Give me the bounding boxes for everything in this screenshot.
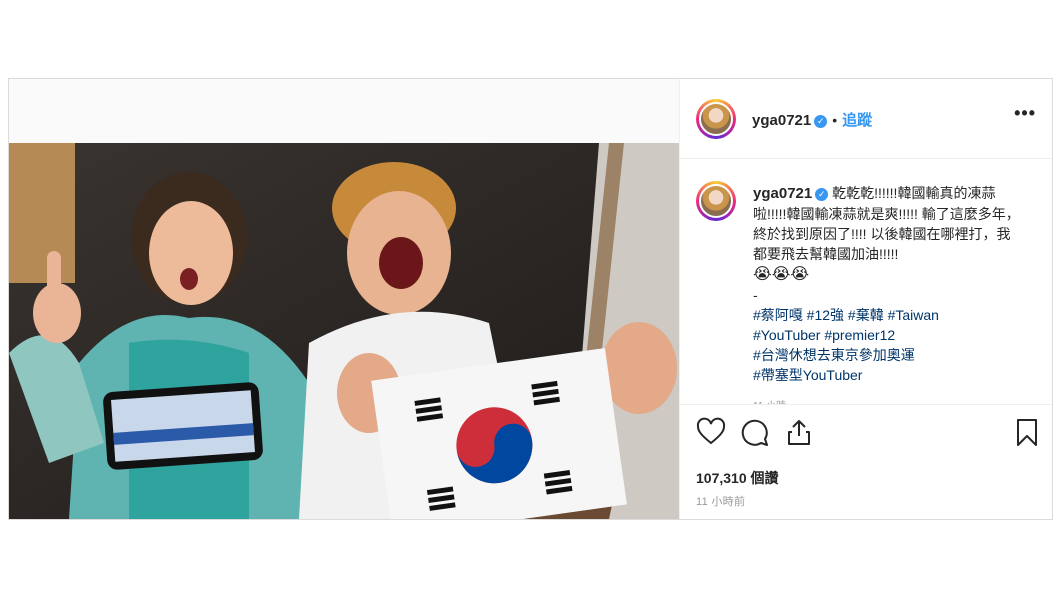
comment-icon[interactable] bbox=[740, 417, 770, 447]
more-options-icon[interactable]: ••• bbox=[1014, 103, 1036, 124]
follow-button[interactable]: 追蹤 bbox=[842, 112, 872, 129]
instagram-post: yga0721 ✓ • 追蹤 ••• yga0721 ✓ 乾乾乾!!!!!!韓國輸真的凍… bbox=[8, 78, 1053, 520]
avatar-image bbox=[699, 102, 733, 136]
hashtag-line[interactable]: #YouTuber #premier12 bbox=[753, 327, 895, 343]
crying-emoji-icon: 😭😭😭 bbox=[753, 266, 810, 283]
caption-text: yga0721 ✓ 乾乾乾!!!!!!韓國輸真的凍蒜啦!!!!!韓國輸凍蒜就是爽!… bbox=[753, 183, 1023, 385]
bookmark-icon[interactable] bbox=[1012, 417, 1042, 447]
username-link[interactable]: yga0721 bbox=[752, 112, 811, 129]
avatar[interactable] bbox=[696, 99, 736, 139]
hashtag-line[interactable]: #台灣休想去東京參加奧運 bbox=[753, 347, 915, 363]
likes-count[interactable]: 107,310 個讚 bbox=[696, 468, 779, 488]
caption-verified-badge-icon: ✓ bbox=[815, 188, 829, 201]
hashtag-line[interactable]: #帶塞型YouTuber bbox=[753, 367, 862, 383]
verified-badge-icon: ✓ bbox=[814, 115, 828, 128]
caption-username[interactable]: yga0721 bbox=[753, 185, 812, 202]
post-sidebar: yga0721 ✓ • 追蹤 ••• yga0721 ✓ 乾乾乾!!!!!!韓國輸真的凍… bbox=[679, 79, 1052, 519]
caption-area: yga0721 ✓ 乾乾乾!!!!!!韓國輸真的凍蒜啦!!!!!韓國輸凍蒜就是爽!… bbox=[680, 159, 1052, 405]
caption-avatar-image bbox=[699, 184, 733, 218]
header-user-row: yga0721 ✓ • 追蹤 bbox=[752, 109, 872, 130]
caption-avatar[interactable] bbox=[696, 181, 736, 221]
post-photo[interactable] bbox=[9, 143, 679, 519]
caption-dash: - bbox=[753, 287, 758, 303]
post-time[interactable]: 11 小時前 bbox=[696, 493, 745, 509]
share-icon[interactable] bbox=[784, 417, 814, 447]
photo-illustration bbox=[9, 143, 679, 519]
separator-dot: • bbox=[832, 112, 838, 128]
caption-timestamp: 11 小時 bbox=[753, 397, 786, 404]
hashtag-line[interactable]: #蔡阿嘎 #12強 #棄韓 #Taiwan bbox=[753, 307, 939, 323]
post-header: yga0721 ✓ • 追蹤 ••• bbox=[680, 79, 1052, 159]
photo-area bbox=[9, 79, 679, 519]
action-bar bbox=[696, 417, 1041, 449]
heart-icon[interactable] bbox=[696, 417, 726, 447]
